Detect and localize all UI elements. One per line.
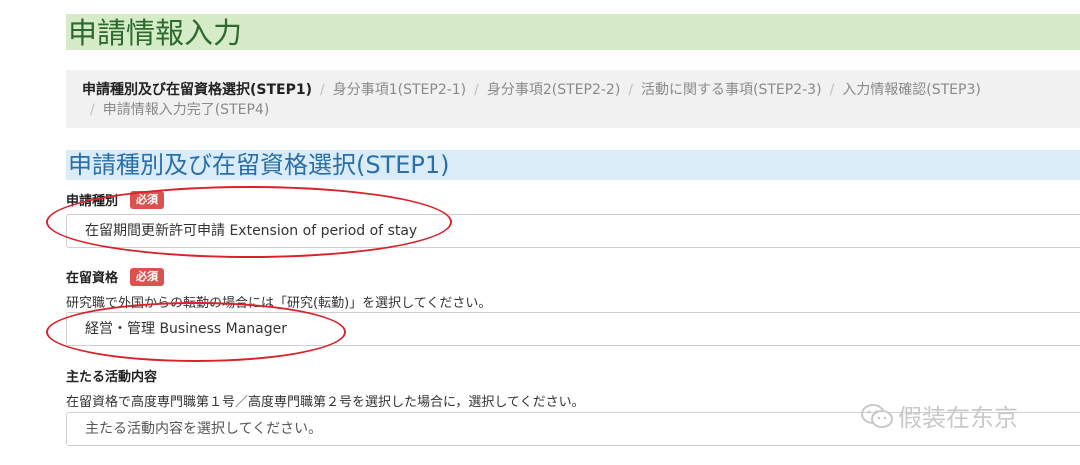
required-badge: 必須 [130,267,165,286]
breadcrumb-step-4[interactable]: 申請情報入力完了(STEP4) [103,102,270,118]
residence-status-label-text: 在留資格 [66,271,119,286]
breadcrumb-step-2-2[interactable]: 身分事項2(STEP2-2) [487,82,620,98]
application-type-select[interactable]: 在留期間更新許可申請 Extension of period of stay [66,214,1080,248]
section-title: 申請種別及び在留資格選択(STEP1) [68,151,450,179]
breadcrumb-step-1: 申請種別及び在留資格選択(STEP1) [82,82,312,98]
residence-status-help: 研究職で外国からの転勤の場合には「研究(転勤)」を選択してください。 [66,296,492,311]
breadcrumb: 申請種別及び在留資格選択(STEP1) / 身分事項1(STEP2-1) / 身分事項2… [66,70,1080,128]
required-badge: 必須 [130,190,165,209]
main-activity-label-text: 主たる活動内容 [66,370,158,385]
breadcrumb-step-2-1[interactable]: 身分事項1(STEP2-1) [333,82,466,98]
watermark-text: 假装在东京 [898,404,1018,432]
main-activity-label: 主たる活動内容 [66,366,157,385]
breadcrumb-separator: / [320,82,325,98]
breadcrumb-separator: / [474,82,479,98]
watermark: 假装在东京 [860,398,1018,433]
section-header: 申請種別及び在留資格選択(STEP1) [66,150,1080,180]
breadcrumb-separator: / [90,102,95,118]
main-activity-help: 在留資格で高度専門職第１号／高度専門職第２号を選択した場合に，選択してください。 [66,395,585,410]
breadcrumb-separator: / [628,82,634,98]
breadcrumb-step-2-3[interactable]: 活動に関する事項(STEP2-3) [641,82,822,98]
application-type-label-text: 申請種別 [66,194,119,209]
breadcrumb-separator: / [829,82,835,98]
wechat-icon [861,403,893,428]
residence-status-select[interactable]: 経営・管理 Business Manager [66,312,1080,346]
breadcrumb-step-3[interactable]: 入力情報確認(STEP3) [842,82,981,98]
application-type-label: 申請種別 必須 [66,190,165,209]
page-title: 申請情報入力 [68,16,243,50]
residence-status-label: 在留資格 必須 [66,267,165,286]
page-header: 申請情報入力 [66,14,1080,50]
